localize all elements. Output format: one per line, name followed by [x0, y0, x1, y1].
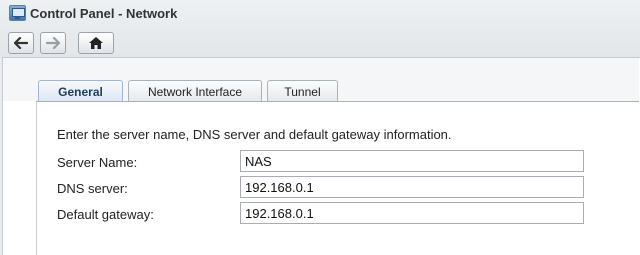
main-panel: General Network Interface Tunnel Enter t…: [2, 57, 640, 255]
tab-network-interface-label: Network Interface: [147, 84, 243, 99]
arrow-right-icon: [46, 37, 60, 49]
dns-server-label: DNS server:: [57, 181, 128, 196]
arrow-left-icon: [14, 37, 28, 49]
forward-button[interactable]: [40, 32, 66, 54]
back-button[interactable]: [8, 32, 34, 54]
tab-strip: General Network Interface Tunnel: [3, 58, 639, 104]
tab-general[interactable]: General: [38, 80, 123, 104]
tab-general-label: General: [58, 84, 103, 99]
default-gateway-input[interactable]: [240, 202, 584, 224]
default-gateway-label: Default gateway:: [57, 207, 154, 222]
home-button[interactable]: [78, 32, 114, 54]
tab-network-interface[interactable]: Network Interface: [128, 80, 262, 102]
intro-text: Enter the server name, DNS server and de…: [57, 127, 452, 142]
title-bar: Control Panel - Network: [0, 0, 640, 28]
server-name-input[interactable]: [240, 150, 584, 172]
window-chrome: Control Panel - Network: [0, 0, 640, 57]
dns-server-input[interactable]: [240, 176, 584, 198]
server-name-label: Server Name:: [57, 155, 138, 170]
control-panel-icon: [9, 5, 26, 21]
home-icon: [89, 37, 103, 49]
tab-tunnel[interactable]: Tunnel: [267, 80, 338, 102]
tab-tunnel-label: Tunnel: [284, 84, 321, 99]
general-tab-content: Enter the server name, DNS server and de…: [36, 102, 639, 255]
window-title: Control Panel - Network: [30, 6, 178, 21]
